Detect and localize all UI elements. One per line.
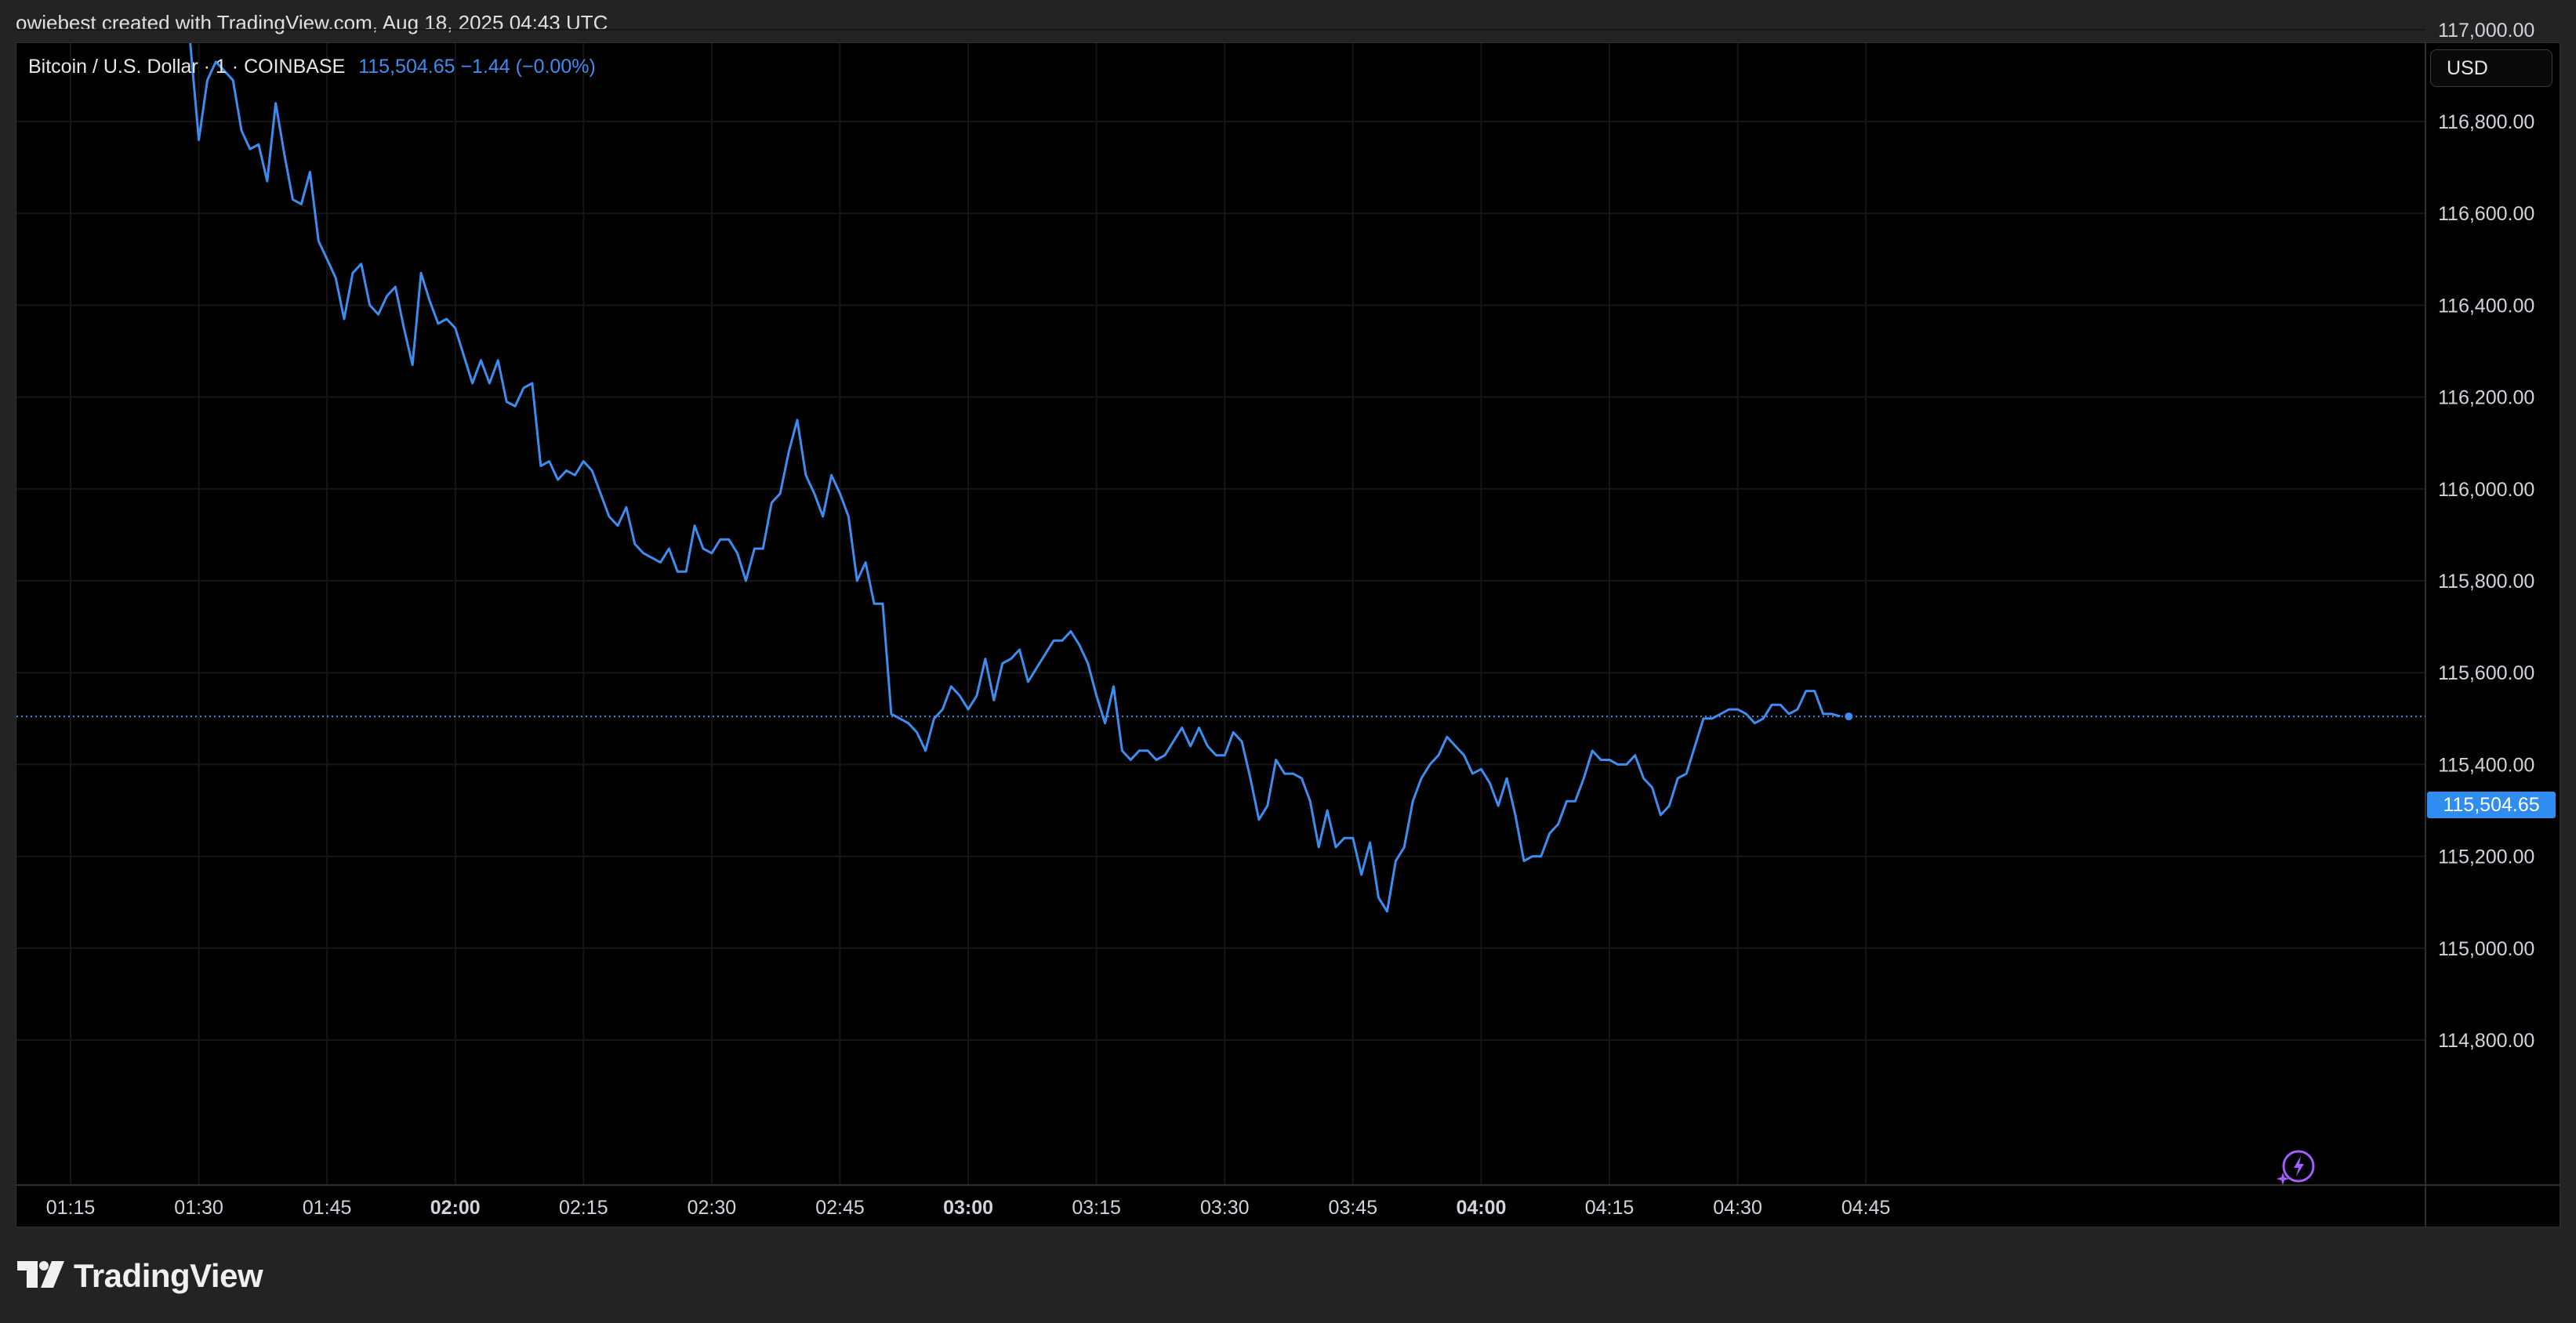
symbol-label: Bitcoin / U.S. Dollar · 1 · COINBASE: [28, 56, 346, 78]
price-tick-label: 117,000.00: [2438, 20, 2534, 42]
price-tick-label: 116,800.00: [2438, 111, 2534, 133]
lightning-icon[interactable]: [2275, 1147, 2317, 1191]
chart-legend: Bitcoin / U.S. Dollar · 1 · COINBASE 115…: [28, 56, 596, 78]
time-tick-label: 04:00: [1456, 1197, 1506, 1219]
time-tick-label: 02:30: [688, 1197, 737, 1219]
price-series-line: [189, 42, 1841, 913]
price-tick-label: 116,200.00: [2438, 387, 2534, 409]
price-tick-label: 116,600.00: [2438, 203, 2534, 225]
price-tick-label: 115,600.00: [2438, 662, 2534, 684]
time-tick-label: 01:45: [303, 1197, 352, 1219]
time-tick-label: 02:00: [430, 1197, 481, 1219]
price-tick-label: 115,400.00: [2438, 754, 2534, 776]
currency-selector-button[interactable]: USD: [2430, 49, 2552, 87]
price-tick-label: 114,800.00: [2438, 1030, 2534, 1052]
price-axis: 114,800.00 115,000.00 115,200.00 115,400.00…: [2438, 20, 2534, 1052]
price-chart[interactable]: 114,800.00 115,000.00 115,200.00 115,400.00…: [0, 0, 2576, 1323]
grid-lines: [16, 28, 2425, 1185]
price-tick-label: 115,800.00: [2438, 571, 2534, 593]
last-price-dot: [1845, 712, 1853, 721]
time-tick-label: 03:30: [1200, 1197, 1250, 1219]
time-tick-label: 02:15: [559, 1197, 608, 1219]
time-tick-label: 04:30: [1713, 1197, 1762, 1219]
time-tick-label: 04:15: [1585, 1197, 1634, 1219]
price-tick-label: 116,400.00: [2438, 295, 2534, 317]
price-tick-label: 115,000.00: [2438, 938, 2534, 960]
time-tick-label: 01:15: [46, 1197, 96, 1219]
time-tick-label: 03:45: [1329, 1197, 1378, 1219]
last-price-tag: 115,504.65: [2427, 792, 2556, 818]
tradingview-logo[interactable]: TradingView: [17, 1257, 263, 1295]
price-tick-label: 115,200.00: [2438, 846, 2534, 868]
price-tick-label: 116,000.00: [2438, 479, 2534, 501]
time-axis: 01:15 01:30 01:45 02:00 02:15 02:30 02:45 03:00…: [46, 1197, 1891, 1219]
tradingview-wordmark: TradingView: [74, 1257, 263, 1294]
time-tick-label: 03:00: [943, 1197, 993, 1219]
time-tick-label: 02:45: [815, 1197, 865, 1219]
time-tick-label: 01:30: [174, 1197, 223, 1219]
time-tick-label: 03:15: [1072, 1197, 1121, 1219]
time-tick-label: 04:45: [1841, 1197, 1891, 1219]
price-change-label: 115,504.65 −1.44 (−0.00%): [358, 56, 596, 78]
tradingview-logo-icon: [17, 1260, 66, 1292]
